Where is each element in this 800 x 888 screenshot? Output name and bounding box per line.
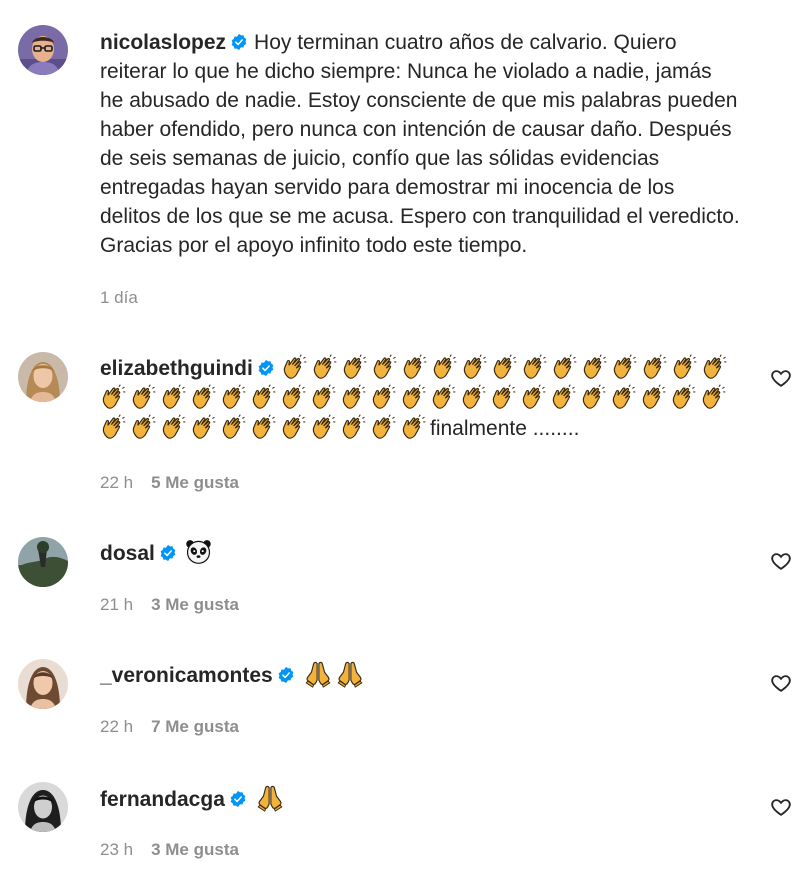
clapping-hands-emoji-icon: [190, 413, 217, 440]
username-link[interactable]: fernandacga: [100, 788, 225, 811]
likes-count[interactable]: 3 Me gusta: [151, 595, 239, 614]
clapping-hands-emoji-icon: [520, 383, 547, 410]
likes-count[interactable]: 3 Me gusta: [151, 840, 239, 859]
heart-outline-icon[interactable]: [770, 550, 792, 572]
clapping-hands-emoji-icon: [400, 413, 427, 440]
verified-badge-icon: [159, 544, 177, 562]
clapping-hands-emoji-icon: [610, 383, 637, 410]
clapping-hands-emoji-icon: [340, 413, 367, 440]
folded-hands-emoji-icon: [255, 784, 285, 812]
clapping-hands-emoji-icon: [401, 353, 428, 380]
avatar-icon[interactable]: [18, 352, 68, 402]
clapping-hands-emoji-icon: [100, 413, 127, 440]
avatar-icon[interactable]: [18, 537, 68, 587]
clapping-hands-emoji-icon: [521, 353, 548, 380]
heart-outline-icon[interactable]: [770, 367, 792, 389]
clapping-hands-emoji-icon: [370, 413, 397, 440]
clapping-hands-emoji-icon: [160, 383, 187, 410]
comment-body: elizabethguindi finalmente ........: [100, 353, 740, 443]
clapping-hands-emoji-icon: [700, 383, 727, 410]
comment-text: finalmente ........: [430, 417, 580, 440]
clapping-hands-emoji-icon: [130, 413, 157, 440]
comment-item-elizabethguindi: elizabethguindi finalmente ........ 22 h 5…: [0, 345, 800, 510]
comment-meta: 22 h 7 Me gusta: [100, 717, 239, 737]
comment-body: fernandacga: [100, 784, 740, 814]
likes-count[interactable]: 5 Me gusta: [151, 473, 239, 492]
timestamp[interactable]: 21 h: [100, 595, 133, 614]
clapping-hands-emoji-icon: [431, 353, 458, 380]
clapping-hands-emoji-icon: [430, 383, 457, 410]
clapping-hands-emoji-icon: [370, 383, 397, 410]
avatar-icon[interactable]: [18, 659, 68, 709]
clapping-hands-emoji-icon: [490, 383, 517, 410]
username-link[interactable]: dosal: [100, 542, 155, 565]
comment-item-nicolaslopez: nicolaslopez Hoy terminan cuatro años de …: [0, 0, 800, 320]
folded-hands-emoji-icon: [335, 660, 365, 688]
clapping-hands-emoji-icon: [160, 413, 187, 440]
clapping-hands-emoji-icon: [671, 353, 698, 380]
clapping-hands-emoji-icon: [581, 353, 608, 380]
verified-badge-icon: [229, 790, 247, 808]
clapping-hands-emoji-icon: [611, 353, 638, 380]
timestamp[interactable]: 1 día: [100, 288, 138, 307]
clapping-hands-emoji-icon: [280, 383, 307, 410]
timestamp[interactable]: 22 h: [100, 717, 133, 736]
clapping-hands-emoji-icon: [250, 413, 277, 440]
heart-outline-icon[interactable]: [770, 796, 792, 818]
comment-meta: 22 h 5 Me gusta: [100, 473, 239, 493]
username-link[interactable]: elizabethguindi: [100, 357, 253, 380]
verified-badge-icon: [257, 359, 275, 377]
clapping-hands-emoji-icon: [460, 383, 487, 410]
comment-body: _veronicamontes: [100, 660, 740, 690]
clapping-hands-emoji-icon: [670, 383, 697, 410]
clapping-hands-emoji-icon: [701, 353, 728, 380]
clapping-hands-emoji-icon: [550, 383, 577, 410]
clapping-hands-emoji-icon: [100, 383, 127, 410]
clapping-hands-emoji-icon: [281, 353, 308, 380]
clapping-hands-emoji-icon: [220, 383, 247, 410]
comment-item-fernandacga: fernandacga 23 h 3 Me gusta: [0, 776, 800, 876]
caption-text: Hoy terminan cuatro años de calvario. Qu…: [100, 31, 740, 257]
verified-badge-icon: [277, 666, 295, 684]
clapping-hands-emoji-icon: [400, 383, 427, 410]
panda-emoji-icon: [185, 538, 212, 565]
comment-meta: 21 h 3 Me gusta: [100, 595, 239, 615]
timestamp[interactable]: 23 h: [100, 840, 133, 859]
clapping-hands-emoji-icon: [340, 383, 367, 410]
avatar-icon[interactable]: [18, 25, 68, 75]
clapping-hands-emoji-icon: [580, 383, 607, 410]
clapping-hands-emoji-icon: [190, 383, 217, 410]
clapping-hands-emoji-icon: [341, 353, 368, 380]
clapping-hands-emoji-icon: [220, 413, 247, 440]
comment-meta: 23 h 3 Me gusta: [100, 840, 239, 860]
clapping-hands-emoji-icon: [310, 413, 337, 440]
verified-badge-icon: [230, 33, 248, 51]
timestamp[interactable]: 22 h: [100, 473, 133, 492]
folded-hands-emoji-icon: [303, 660, 333, 688]
comment-item-dosal: dosal 21 h 3 Me gusta: [0, 530, 800, 630]
clapping-hands-emoji-icon: [641, 353, 668, 380]
clapping-hands-emoji-icon: [491, 353, 518, 380]
comment-body: dosal: [100, 538, 740, 568]
clapping-hands-emoji-icon: [310, 383, 337, 410]
heart-outline-icon[interactable]: [770, 672, 792, 694]
avatar-icon[interactable]: [18, 782, 68, 832]
clapping-hands-emoji-icon: [250, 383, 277, 410]
clapping-hands-emoji-icon: [640, 383, 667, 410]
clapping-hands-emoji-icon: [461, 353, 488, 380]
clapping-hands-emoji-icon: [551, 353, 578, 380]
username-link[interactable]: _veronicamontes: [100, 664, 273, 687]
clapping-hands-emoji-icon: [130, 383, 157, 410]
clapping-hands-emoji-icon: [371, 353, 398, 380]
comment-item-veronicamontes: _veronicamontes 22 h 7 Me gusta: [0, 652, 800, 752]
comment-meta: 1 día: [100, 288, 138, 308]
clapping-hands-emoji-icon: [280, 413, 307, 440]
caption-body: nicolaslopez Hoy terminan cuatro años de …: [100, 28, 740, 260]
likes-count[interactable]: 7 Me gusta: [151, 717, 239, 736]
username-link[interactable]: nicolaslopez: [100, 31, 226, 54]
clapping-hands-emoji-icon: [311, 353, 338, 380]
